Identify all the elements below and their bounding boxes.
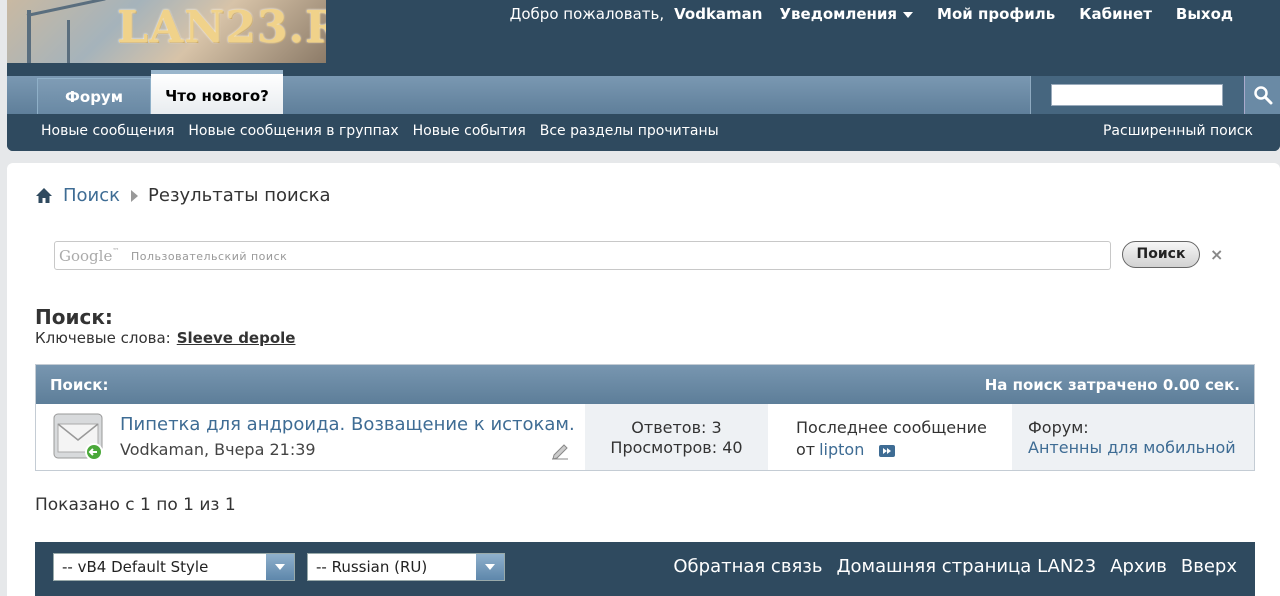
main-content: Поиск Результаты поиска Google™ Пользова… <box>7 163 1280 596</box>
breadcrumb-search-link[interactable]: Поиск <box>63 185 120 206</box>
google-search-button[interactable]: Поиск <box>1122 241 1200 268</box>
logout-link[interactable]: Выход <box>1176 5 1233 23</box>
tab-whats-new[interactable]: Что нового? <box>151 70 283 114</box>
user-links: Добро пожаловать, Vodkaman Уведомления М… <box>510 5 1233 23</box>
result-row: Пипетка для андроида. Возващение к исток… <box>36 404 1254 470</box>
logo-text: LAN23.RU <box>117 2 326 53</box>
subnav-new-group-posts[interactable]: Новые сообщения в группах <box>188 123 398 139</box>
my-profile-link[interactable]: Мой профиль <box>937 5 1055 23</box>
footer-top-link[interactable]: Вверх <box>1181 556 1237 577</box>
search-icon <box>1253 86 1272 105</box>
logo-decoration <box>27 10 31 63</box>
top-header: LAN23.RU Добро пожаловать, Vodkaman Увед… <box>0 0 1280 151</box>
breadcrumb-current: Результаты поиска <box>148 185 331 206</box>
style-select-value: -- vB4 Default Style <box>62 558 209 576</box>
breadcrumb: Поиск Результаты поиска <box>35 185 331 206</box>
search-keywords: Ключевые слова: Sleeve depole <box>35 329 295 347</box>
footer: -- vB4 Default Style -- Russian (RU) Обр… <box>35 542 1255 596</box>
go-to-last-post-icon[interactable] <box>879 444 896 457</box>
site-logo[interactable]: LAN23.RU <box>7 0 326 63</box>
tab-forum[interactable]: Форум <box>37 78 151 114</box>
forum-name-link[interactable]: Антенны для мобильной <box>1028 438 1236 457</box>
views-count: Просмотров: 40 <box>610 438 743 457</box>
last-post-user-link[interactable]: lipton <box>819 440 864 459</box>
sub-navigation: Новые сообщения Новые сообщения в группа… <box>7 114 1280 151</box>
subnav-mark-all-read[interactable]: Все разделы прочитаны <box>540 123 719 139</box>
replies-count: Ответов: 3 <box>631 418 722 437</box>
last-post-by: от lipton <box>796 440 896 459</box>
subnav-new-posts[interactable]: Новые сообщения <box>41 123 174 139</box>
chevron-down-icon <box>266 554 294 580</box>
keywords-label: Ключевые слова: <box>35 329 171 347</box>
username-link[interactable]: Vodkaman <box>674 5 762 23</box>
forum-label: Форум: <box>1028 418 1089 437</box>
close-icon[interactable]: × <box>1210 245 1223 264</box>
google-logo: Google™ <box>59 247 120 265</box>
welcome-text: Добро пожаловать, <box>509 5 665 23</box>
pencil-icon <box>552 444 568 460</box>
search-time: На поиск затрачено 0.00 сек. <box>984 376 1240 394</box>
last-post-from: от <box>796 440 816 459</box>
caret-down-icon <box>903 11 914 18</box>
thread-envelope-icon <box>53 413 103 461</box>
footer-links: Обратная связь Домашняя страница LAN23 А… <box>673 556 1237 577</box>
logo-decoration <box>67 20 70 63</box>
navbar: Форум Что нового? <box>7 70 1280 114</box>
quick-search <box>1030 76 1244 114</box>
notifications-label: Уведомления <box>779 5 898 23</box>
google-search-input[interactable]: Google™ Пользовательский поиск <box>54 241 1111 270</box>
results-header-title: Поиск: <box>50 376 109 394</box>
footer-archive-link[interactable]: Архив <box>1110 556 1167 577</box>
style-select[interactable]: -- vB4 Default Style <box>53 553 295 581</box>
subnav-new-events[interactable]: Новые события <box>413 123 526 139</box>
cabinet-link[interactable]: Кабинет <box>1079 5 1152 23</box>
google-search-placeholder: Пользовательский поиск <box>131 250 288 263</box>
notifications-menu[interactable]: Уведомления <box>779 5 914 23</box>
language-select-value: -- Russian (RU) <box>316 558 428 576</box>
home-icon[interactable] <box>35 187 53 205</box>
quick-search-button[interactable] <box>1244 76 1280 114</box>
language-select[interactable]: -- Russian (RU) <box>307 553 505 581</box>
search-title: Поиск: <box>35 305 113 329</box>
footer-feedback-link[interactable]: Обратная связь <box>673 556 822 577</box>
result-last-post: Последнее сообщение от lipton <box>768 404 1012 470</box>
thread-meta: Vodkaman, Вчера 21:39 <box>120 440 316 459</box>
advanced-search-link[interactable]: Расширенный поиск <box>1103 123 1253 139</box>
thread-title-link[interactable]: Пипетка для андроида. Возващение к исток… <box>120 414 575 435</box>
footer-home-link[interactable]: Домашняя страница LAN23 <box>836 556 1096 577</box>
results-count: Показано с 1 по 1 из 1 <box>35 495 236 515</box>
result-forum: Форум: Антенны для мобильной <box>1012 404 1254 470</box>
last-post-label: Последнее сообщение <box>796 418 987 437</box>
result-stats: Ответов: 3 Просмотров: 40 <box>585 404 768 470</box>
results-header: Поиск: На поиск затрачено 0.00 сек. <box>36 365 1254 404</box>
breadcrumb-arrow-icon <box>131 189 139 202</box>
keywords-value[interactable]: Sleeve depole <box>177 329 296 347</box>
logo-decoration <box>26 0 106 17</box>
chevron-down-icon <box>476 554 504 580</box>
result-thread: Пипетка для андроида. Возващение к исток… <box>36 404 585 470</box>
quick-search-input[interactable] <box>1051 84 1223 106</box>
search-results: Поиск: На поиск затрачено 0.00 сек. Пипе… <box>35 364 1255 471</box>
